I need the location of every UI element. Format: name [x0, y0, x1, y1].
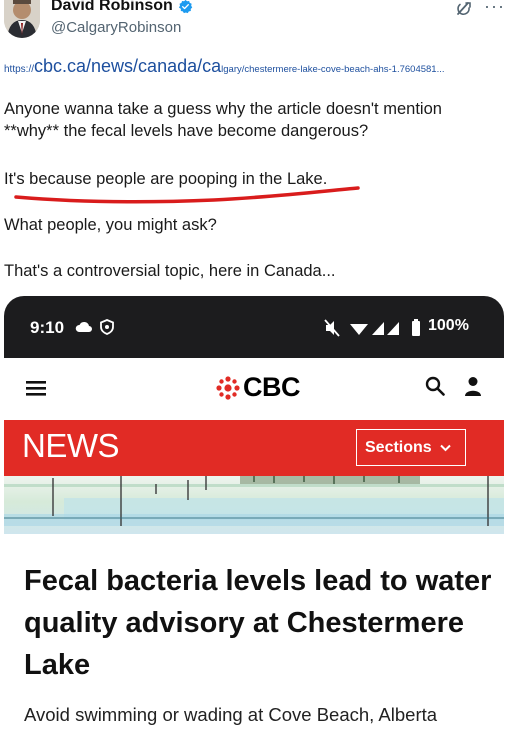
phone-status-bar: 9:10 100% [4, 296, 504, 358]
cbc-gem-icon [216, 375, 240, 400]
chevron-down-icon [439, 444, 451, 451]
tweet-paragraph-1-line-1: Anyone wanna take a guess why the articl… [4, 100, 442, 118]
link-scheme: https:// [4, 64, 35, 75]
cbc-logo[interactable]: CBC [216, 372, 301, 403]
sections-label: Sections [365, 438, 432, 456]
status-battery-percent: 100% [428, 317, 469, 334]
mute-icon [324, 319, 340, 337]
author-handle[interactable]: @CalgaryRobinson [51, 19, 181, 36]
news-title[interactable]: NEWS [22, 427, 120, 465]
tweet-paragraph-1: Anyone wanna take a guess why the articl… [4, 98, 442, 142]
shield-icon [100, 319, 114, 335]
article-link[interactable]: https://cbc.ca/news/canada/calgary/chest… [4, 56, 445, 77]
tweet-paragraph-4: That's a controversial topic, here in Ca… [4, 262, 336, 280]
tweet-paragraph-3: What people, you might ask? [4, 216, 217, 234]
wifi-icon [350, 324, 368, 335]
article-headline[interactable]: Fecal bacteria levels lead to water qual… [24, 560, 494, 686]
status-time: 9:10 [30, 318, 65, 337]
more-options-icon[interactable]: ··· [484, 0, 505, 17]
article-hero-image [4, 476, 504, 534]
hamburger-menu-icon[interactable] [26, 380, 46, 396]
cbc-logo-text: CBC [243, 372, 301, 402]
link-host: cbc.ca/news/canada/ca [34, 56, 222, 76]
signal-icon [372, 322, 399, 335]
battery-icon [412, 319, 420, 336]
sections-button[interactable]: Sections [356, 429, 466, 466]
verified-badge-icon [178, 0, 193, 13]
grok-icon[interactable] [455, 1, 473, 17]
search-icon[interactable] [425, 376, 445, 396]
author-display-name[interactable]: David Robinson [51, 0, 173, 15]
avatar[interactable] [4, 0, 40, 38]
red-underline-annotation [14, 186, 360, 204]
user-icon[interactable] [464, 376, 482, 396]
article-subheadline: Avoid swimming or wading at Cove Beach, … [24, 704, 438, 725]
tweet-paragraph-1-line-2: **why** the fecal levels have become dan… [4, 122, 369, 140]
cloud-icon [75, 321, 92, 332]
link-path: lgary/chestermere-lake-cove-beach-ahs-1.… [221, 64, 445, 75]
tweet-header: David Robinson @CalgaryRobinson ··· [0, 0, 529, 40]
news-section-bar: NEWS Sections [4, 420, 504, 476]
person-photo-avatar-icon [4, 0, 40, 38]
embedded-phone-screenshot[interactable]: 9:10 100% CBC NEWS Sections Fecal bacter… [4, 296, 504, 729]
cbc-header: CBC [4, 358, 504, 416]
status-icons-group [324, 319, 420, 337]
